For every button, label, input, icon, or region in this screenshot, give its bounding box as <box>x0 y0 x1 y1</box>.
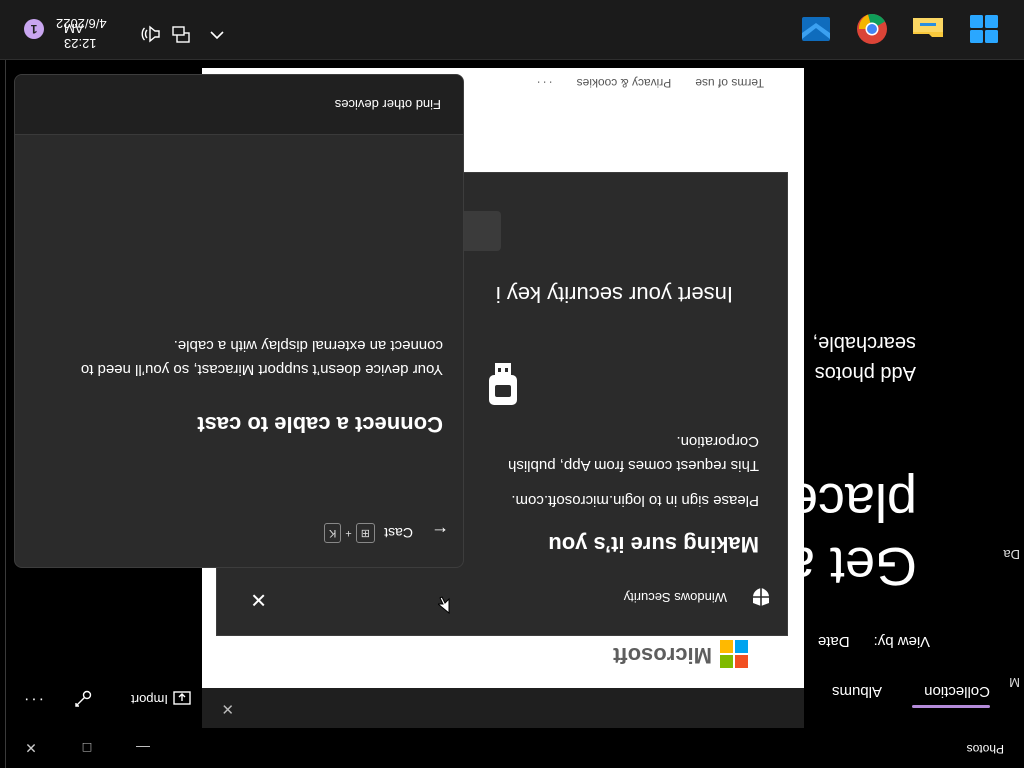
insert-security-key-text: Insert your security key i <box>495 282 733 307</box>
photos-title: Photos <box>966 742 1004 756</box>
file-explorer-icon[interactable] <box>910 11 946 47</box>
notification-badge[interactable]: 1 <box>24 19 44 39</box>
usb-security-key-icon <box>487 361 519 405</box>
desktop-screen: Photos — □ ✕ Collection Albums Import ··… <box>0 0 1024 768</box>
mouse-cursor-icon <box>438 596 450 614</box>
windows-key-icon: ⊞ <box>355 523 375 543</box>
active-tab-indicator <box>912 705 990 708</box>
view-by-value[interactable]: Date <box>818 633 850 650</box>
cast-title: Cast <box>384 525 413 541</box>
security-message-1: Please sign in to login.microsoft.com. <box>511 492 759 509</box>
close-button[interactable]: ✕ <box>16 736 46 760</box>
cast-flyout: ← Cast ⊞ + K Connect a cable to cast You… <box>14 74 464 568</box>
signin-close-button[interactable]: ✕ <box>221 700 234 718</box>
microsoft-brand: Microsoft <box>613 643 712 668</box>
taskbar: 12:23 AM 4/6/2022 1 <box>0 0 1024 60</box>
photos-subtext: Add photos searchable, <box>812 332 916 384</box>
security-heading: Making sure it’s you <box>548 532 759 557</box>
sidebar-m[interactable]: M <box>1009 675 1020 690</box>
photos-titlebar[interactable]: Photos — □ ✕ <box>6 728 1024 768</box>
find-other-devices-link[interactable]: Find other devices <box>335 97 441 112</box>
view-by-label: View by: <box>873 633 930 650</box>
microsoft-logo-icon <box>720 640 748 668</box>
start-icon[interactable] <box>966 11 1002 47</box>
windows-security-shield-icon <box>751 587 771 607</box>
import-icon <box>172 688 192 708</box>
edit-icon[interactable] <box>72 688 94 710</box>
terms-link[interactable]: Terms of use <box>695 76 764 90</box>
maximize-button[interactable]: □ <box>72 736 102 760</box>
chevron-up-icon[interactable] <box>208 25 226 43</box>
clock-date[interactable]: 4/6/2022 <box>56 16 118 31</box>
security-close-button[interactable]: ✕ <box>250 587 267 612</box>
shortcut-plus: + <box>345 527 352 539</box>
privacy-link[interactable]: Privacy & cookies <box>577 76 672 90</box>
minimize-button[interactable]: — <box>128 736 158 760</box>
cast-heading: Connect a cable to cast <box>197 412 443 437</box>
sidebar-date[interactable]: Da <box>1003 547 1020 562</box>
back-arrow-icon[interactable]: ← <box>431 522 449 543</box>
network-icon[interactable] <box>170 23 192 45</box>
signin-titlebar[interactable]: ✕ <box>202 688 804 728</box>
volume-icon[interactable] <box>140 23 162 45</box>
photos-heading: Get a place <box>785 472 917 596</box>
import-button[interactable]: Import <box>131 692 168 707</box>
k-key: K <box>324 523 342 543</box>
more-button[interactable]: ··· <box>22 690 44 708</box>
cast-body: Your device doesn’t support Miracast, so… <box>80 337 443 378</box>
mail-icon[interactable] <box>798 11 834 47</box>
footer-more-button[interactable]: ··· <box>535 76 553 90</box>
view-by[interactable]: View by: Date <box>818 633 930 650</box>
cast-footer: Find other devices <box>15 74 463 135</box>
chrome-icon[interactable] <box>854 11 890 47</box>
cast-shortcut: ⊞ + K <box>324 523 375 543</box>
tab-albums[interactable]: Albums <box>832 683 882 700</box>
tab-collection[interactable]: Collection <box>924 683 990 700</box>
security-dialog-title: Windows Security <box>623 590 727 605</box>
